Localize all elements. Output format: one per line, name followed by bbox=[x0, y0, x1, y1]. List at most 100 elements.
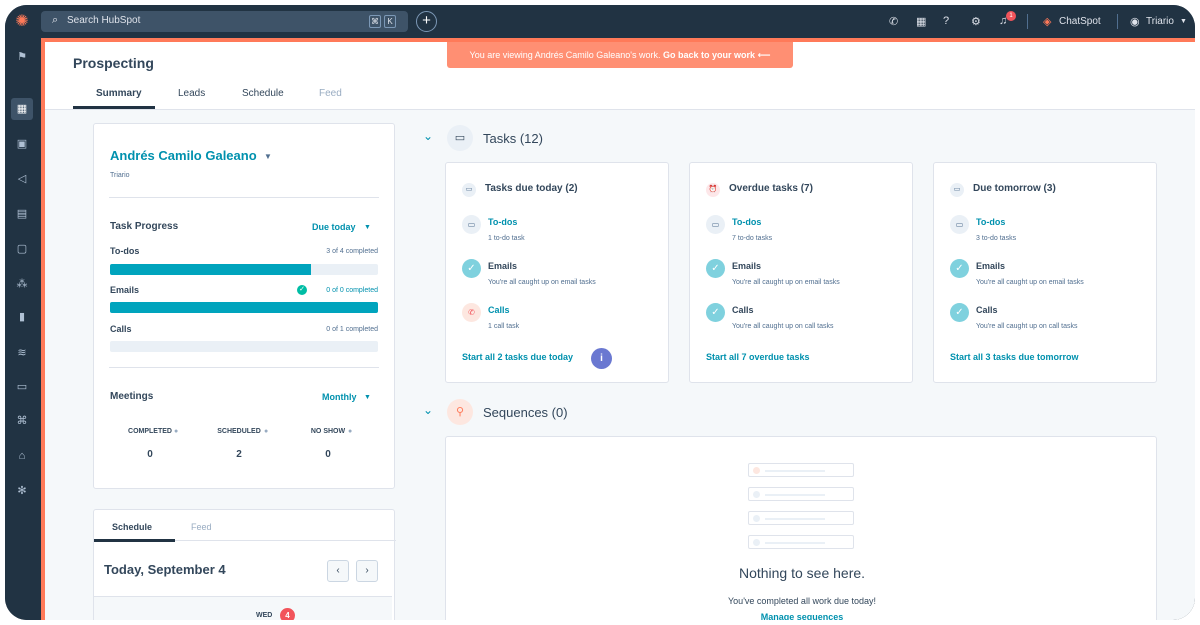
start-tasks-due-tomorrow-link[interactable]: Start all 3 tasks due tomorrow bbox=[950, 352, 1079, 362]
info-icon[interactable]: ● bbox=[174, 428, 178, 435]
account-avatar-icon[interactable]: ◉ bbox=[1130, 15, 1140, 28]
todos-sub: 7 to-do tasks bbox=[732, 235, 773, 242]
settings-icon[interactable]: ✻ bbox=[11, 480, 33, 502]
tab-summary[interactable]: Summary bbox=[96, 88, 142, 99]
tab-schedule[interactable]: Schedule bbox=[242, 88, 284, 99]
emails-progress-bar bbox=[110, 302, 378, 313]
calls-title: Calls bbox=[976, 305, 998, 315]
commerce-icon[interactable]: ▢ bbox=[11, 238, 33, 260]
check-circle-icon: ✓ bbox=[706, 303, 725, 322]
topbar-divider bbox=[1027, 14, 1028, 29]
reporting-icon[interactable]: ▮ bbox=[11, 306, 33, 328]
hubspot-logo-icon[interactable]: ✺ bbox=[13, 13, 31, 31]
feed-tab[interactable]: Feed bbox=[191, 522, 212, 532]
info-icon[interactable]: ● bbox=[264, 428, 268, 435]
scheduled-meetings-value: 2 bbox=[236, 449, 242, 460]
check-circle-icon: ✓ bbox=[297, 285, 307, 295]
todo-icon: ▭ bbox=[462, 215, 481, 234]
info-icon[interactable]: ● bbox=[348, 428, 352, 435]
collapse-tasks-chevron-icon[interactable]: ⌄ bbox=[423, 129, 433, 143]
divider bbox=[109, 197, 379, 198]
illustration-row bbox=[748, 511, 854, 525]
card-title: Overdue tasks (7) bbox=[729, 183, 813, 194]
schedule-date-heading: Today, September 4 bbox=[104, 562, 226, 577]
marketing-icon[interactable]: ◁ bbox=[11, 168, 33, 190]
meetings-title: Meetings bbox=[110, 391, 154, 402]
caret-down-icon[interactable]: ▼ bbox=[364, 394, 371, 401]
bookmarks-icon[interactable]: ⚑ bbox=[11, 46, 33, 68]
check-circle-icon: ✓ bbox=[706, 259, 725, 278]
tasks-due-today-card: ▭ Tasks due today (2) ▭ To-dos 1 to-do t… bbox=[445, 162, 669, 383]
rep-summary-card: Andrés Camilo Galeano ▼ Triario Task Pro… bbox=[93, 123, 395, 489]
schedule-tab[interactable]: Schedule bbox=[112, 522, 152, 532]
library-folder-icon[interactable]: ▭ bbox=[11, 376, 33, 398]
workspaces-icon[interactable]: ▦ bbox=[11, 98, 33, 120]
illustration-row bbox=[748, 463, 854, 477]
go-back-link[interactable]: Go back to your work ⟵ bbox=[663, 50, 770, 60]
todos-link[interactable]: To-dos bbox=[732, 217, 761, 227]
search-input[interactable]: ⌕ Search HubSpot ⌘ K bbox=[41, 11, 408, 32]
calendar-icon: ▭ bbox=[950, 183, 964, 197]
monthly-dropdown[interactable]: Monthly bbox=[322, 392, 357, 402]
emails-sub: You're all caught up on email tasks bbox=[732, 279, 840, 286]
todo-icon: ▭ bbox=[950, 215, 969, 234]
illustration-row bbox=[748, 535, 854, 549]
caret-down-icon[interactable]: ▼ bbox=[364, 224, 371, 231]
no-show-meetings-value: 0 bbox=[325, 449, 331, 460]
calls-sub: You're all caught up on call tasks bbox=[732, 323, 834, 330]
chevron-down-icon[interactable]: ▼ bbox=[1180, 18, 1187, 25]
search-placeholder: Search HubSpot bbox=[67, 15, 141, 26]
calls-sub: You're all caught up on call tasks bbox=[976, 323, 1078, 330]
start-overdue-tasks-link[interactable]: Start all 7 overdue tasks bbox=[706, 352, 810, 362]
help-icon[interactable]: ? bbox=[943, 15, 949, 27]
todos-link[interactable]: To-dos bbox=[976, 217, 1005, 227]
next-day-button[interactable]: › bbox=[356, 560, 378, 582]
app-frame: ✺ ⌕ Search HubSpot ⌘ K + ✆ ▦ ? ⚙ ♫ 1 ◈ C… bbox=[5, 5, 1195, 620]
settings-gear-icon[interactable]: ⚙ bbox=[971, 15, 981, 28]
phone-icon[interactable]: ✆ bbox=[889, 15, 898, 28]
create-new-button[interactable]: + bbox=[416, 11, 437, 32]
account-menu[interactable]: Triario bbox=[1146, 16, 1174, 27]
divider bbox=[109, 367, 379, 368]
manage-sequences-link[interactable]: Manage sequences bbox=[446, 612, 1158, 620]
rep-name-dropdown[interactable]: Andrés Camilo Galeano bbox=[110, 148, 257, 163]
previous-day-button[interactable]: ‹ bbox=[327, 560, 349, 582]
top-navigation-bar: ✺ ⌕ Search HubSpot ⌘ K + ✆ ▦ ? ⚙ ♫ 1 ◈ C… bbox=[5, 5, 1195, 38]
completed-meetings-value: 0 bbox=[147, 449, 153, 460]
calls-sub: 1 call task bbox=[488, 323, 520, 330]
emails-label: Emails bbox=[110, 285, 140, 295]
tab-feed[interactable]: Feed bbox=[319, 88, 342, 99]
sequences-empty-state: Nothing to see here. You've completed al… bbox=[445, 436, 1157, 620]
overdue-tasks-card: ⏰ Overdue tasks (7) ▭ To-dos 7 to-do tas… bbox=[689, 162, 913, 383]
day-number-badge: 4 bbox=[280, 608, 295, 620]
emails-title: Emails bbox=[488, 261, 518, 271]
automation-icon[interactable]: ⁂ bbox=[11, 273, 33, 295]
info-icon[interactable]: i bbox=[591, 348, 612, 369]
emails-count: 0 of 0 completed bbox=[326, 287, 378, 294]
empty-state-title: Nothing to see here. bbox=[738, 565, 866, 581]
tasks-heading: Tasks (12) bbox=[483, 131, 543, 146]
contacts-icon[interactable]: ▣ bbox=[11, 133, 33, 155]
chatspot-button[interactable]: ChatSpot bbox=[1059, 16, 1101, 27]
todos-link[interactable]: To-dos bbox=[488, 217, 517, 227]
content-icon[interactable]: ▤ bbox=[11, 203, 33, 225]
calls-link[interactable]: Calls bbox=[488, 305, 510, 315]
data-management-icon[interactable]: ≋ bbox=[11, 342, 33, 364]
due-today-dropdown[interactable]: Due today bbox=[312, 222, 356, 232]
card-title: Due tomorrow (3) bbox=[973, 183, 1056, 194]
collapse-sequences-chevron-icon[interactable]: ⌄ bbox=[423, 403, 433, 417]
calendar-day-header: WED 4 bbox=[94, 596, 392, 620]
caret-down-icon[interactable]: ▼ bbox=[264, 152, 272, 161]
todos-progress-fill bbox=[110, 264, 311, 275]
calls-progress-bar bbox=[110, 341, 378, 352]
todos-label: To-dos bbox=[110, 246, 140, 256]
app-marketplace-icon[interactable]: ⌂ bbox=[11, 445, 33, 467]
development-icon[interactable]: ⌘ bbox=[11, 410, 33, 432]
tab-leads[interactable]: Leads bbox=[178, 88, 205, 99]
calendar-icon: ▭ bbox=[462, 183, 476, 197]
start-tasks-due-today-link[interactable]: Start all 2 tasks due today bbox=[462, 352, 573, 362]
command-key-hint: ⌘ bbox=[369, 15, 381, 28]
todo-icon: ▭ bbox=[706, 215, 725, 234]
marketplace-icon[interactable]: ▦ bbox=[916, 15, 926, 28]
active-tab-indicator bbox=[94, 539, 175, 542]
